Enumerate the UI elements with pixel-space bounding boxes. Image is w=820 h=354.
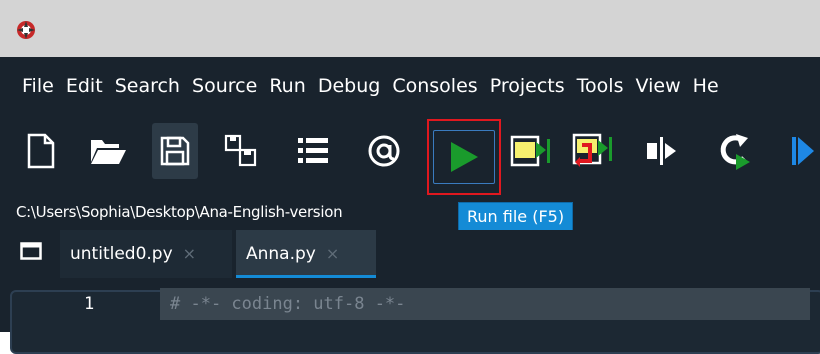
save-all-icon [224,134,257,167]
code-line-text[interactable]: # -*- coding: utf-8 -*- [170,294,405,314]
menu-source[interactable]: Source [186,57,263,115]
new-file-icon [27,133,55,169]
list-icon [298,138,328,163]
run-file-tooltip: Run file (F5) [458,202,574,232]
line-number: 1 [84,294,95,314]
menu-view[interactable]: View [630,57,687,115]
tab-untitled0[interactable]: untitled0.py × [60,230,232,278]
debug-button[interactable] [784,123,820,179]
menu-file[interactable]: File [12,57,60,115]
editor-tab-bar: untitled0.py × Anna.py × [0,230,820,278]
debug-icon [792,137,814,165]
toolbar [0,115,820,195]
tab-close-icon[interactable]: × [326,244,339,263]
menu-projects[interactable]: Projects [484,57,571,115]
menu-run[interactable]: Run [263,57,311,115]
re-run-icon [720,134,750,170]
run-cell-icon [510,135,550,167]
at-button[interactable] [361,123,407,179]
save-icon [160,136,190,166]
file-path: C:\Users\Sophia\Desktop\Ana-English-vers… [16,203,343,221]
menu-tools[interactable]: Tools [571,57,630,115]
run-file-button-focus [433,130,495,184]
tab-label: untitled0.py [70,244,173,264]
working-directory-bar: C:\Users\Sophia\Desktop\Ana-English-vers… [0,195,820,230]
save-button[interactable] [152,123,198,179]
menu-help[interactable]: He [687,57,725,115]
menu-consoles[interactable]: Consoles [386,57,483,115]
menu-edit[interactable]: Edit [60,57,109,115]
at-icon [368,135,400,167]
save-all-button[interactable] [218,123,264,179]
title-bar [0,0,820,57]
tab-close-icon[interactable]: × [183,244,196,263]
open-file-button[interactable] [85,123,131,179]
run-cell-advance-button[interactable] [570,123,616,179]
run-icon [451,142,478,172]
menu-bar: File Edit Search Source Run Debug Consol… [0,57,820,115]
menu-search[interactable]: Search [109,57,186,115]
run-cell-button[interactable] [508,123,554,179]
tab-anna[interactable]: Anna.py × [236,230,376,278]
open-folder-icon [91,140,126,164]
re-run-button[interactable] [712,123,758,179]
tab-label: Anna.py [246,244,316,264]
run-cell-advance-icon [572,133,612,167]
run-file-button[interactable] [427,119,501,195]
browse-tabs-icon[interactable] [20,242,42,260]
browse-tabs-button[interactable] [290,123,336,179]
new-file-button[interactable] [18,123,64,179]
spyder-app-icon [17,21,35,39]
run-selection-button[interactable] [640,123,686,179]
code-editor: 1 # -*- coding: utf-8 -*- [0,278,820,354]
run-selection-icon [647,137,676,165]
menu-debug[interactable]: Debug [312,57,386,115]
